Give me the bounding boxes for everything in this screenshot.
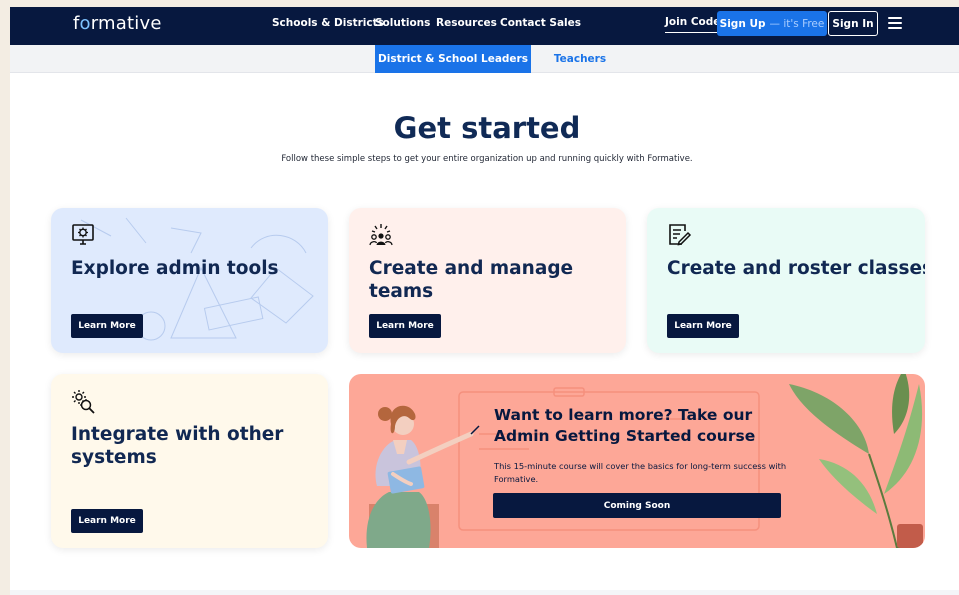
learn-more-button[interactable]: Learn More bbox=[667, 314, 739, 338]
page-subtitle: Follow these simple steps to get your en… bbox=[281, 154, 693, 164]
learn-more-button[interactable]: Learn More bbox=[71, 314, 143, 338]
card-create-roster-classes: Create and roster classes Learn More bbox=[647, 208, 925, 353]
coming-soon-button[interactable]: Coming Soon bbox=[493, 493, 781, 518]
card-create-manage-teams: Create and manage teams Learn More bbox=[349, 208, 626, 353]
learn-more-button[interactable]: Learn More bbox=[71, 509, 143, 533]
sign-in-button[interactable]: Sign In bbox=[828, 11, 878, 36]
sign-up-free-label: — it's Free bbox=[769, 17, 825, 30]
nav-schools-districts[interactable]: Schools & Districts bbox=[272, 17, 384, 29]
page-title: Get started bbox=[393, 111, 581, 145]
team-icon bbox=[369, 224, 393, 246]
sign-up-label: Sign Up bbox=[719, 17, 766, 30]
tab-teachers[interactable]: Teachers bbox=[531, 45, 629, 73]
sign-up-button[interactable]: Sign Up — it's Free bbox=[717, 11, 827, 36]
monitor-gear-icon bbox=[72, 224, 94, 245]
card-explore-admin-tools: Explore admin tools Learn More bbox=[51, 208, 328, 353]
formative-logo[interactable]: formative bbox=[73, 13, 162, 34]
edit-document-icon bbox=[669, 224, 692, 246]
nav-contact-sales[interactable]: Contact Sales bbox=[500, 17, 581, 29]
audience-tabs: District & School Leaders Teachers bbox=[10, 45, 959, 73]
top-navbar: formative Schools & Districts Solutions … bbox=[10, 7, 959, 45]
nav-solutions[interactable]: Solutions bbox=[375, 17, 430, 29]
nav-resources[interactable]: Resources bbox=[436, 17, 497, 29]
tab-district-school-leaders[interactable]: District & School Leaders bbox=[375, 45, 531, 73]
page: formative Schools & Districts Solutions … bbox=[10, 7, 959, 595]
card-title: Create and manage teams bbox=[369, 258, 574, 302]
card-title: Create and roster classes bbox=[667, 258, 925, 279]
gear-search-icon bbox=[72, 390, 95, 414]
hamburger-menu-icon[interactable] bbox=[888, 17, 902, 29]
footer-divider bbox=[10, 590, 959, 595]
banner-title: Want to learn more? Take our Admin Getti… bbox=[494, 406, 756, 445]
card-title: Explore admin tools bbox=[71, 258, 279, 279]
card-title: Integrate with other systems bbox=[71, 424, 284, 468]
join-code-link[interactable]: Join Code bbox=[665, 16, 721, 33]
banner-text: This 15-minute course will cover the bas… bbox=[494, 461, 787, 484]
admin-course-banner: Want to learn more? Take our Admin Getti… bbox=[349, 374, 925, 548]
learn-more-button[interactable]: Learn More bbox=[369, 314, 441, 338]
card-integrate-systems: Integrate with other systems Learn More bbox=[51, 374, 328, 548]
